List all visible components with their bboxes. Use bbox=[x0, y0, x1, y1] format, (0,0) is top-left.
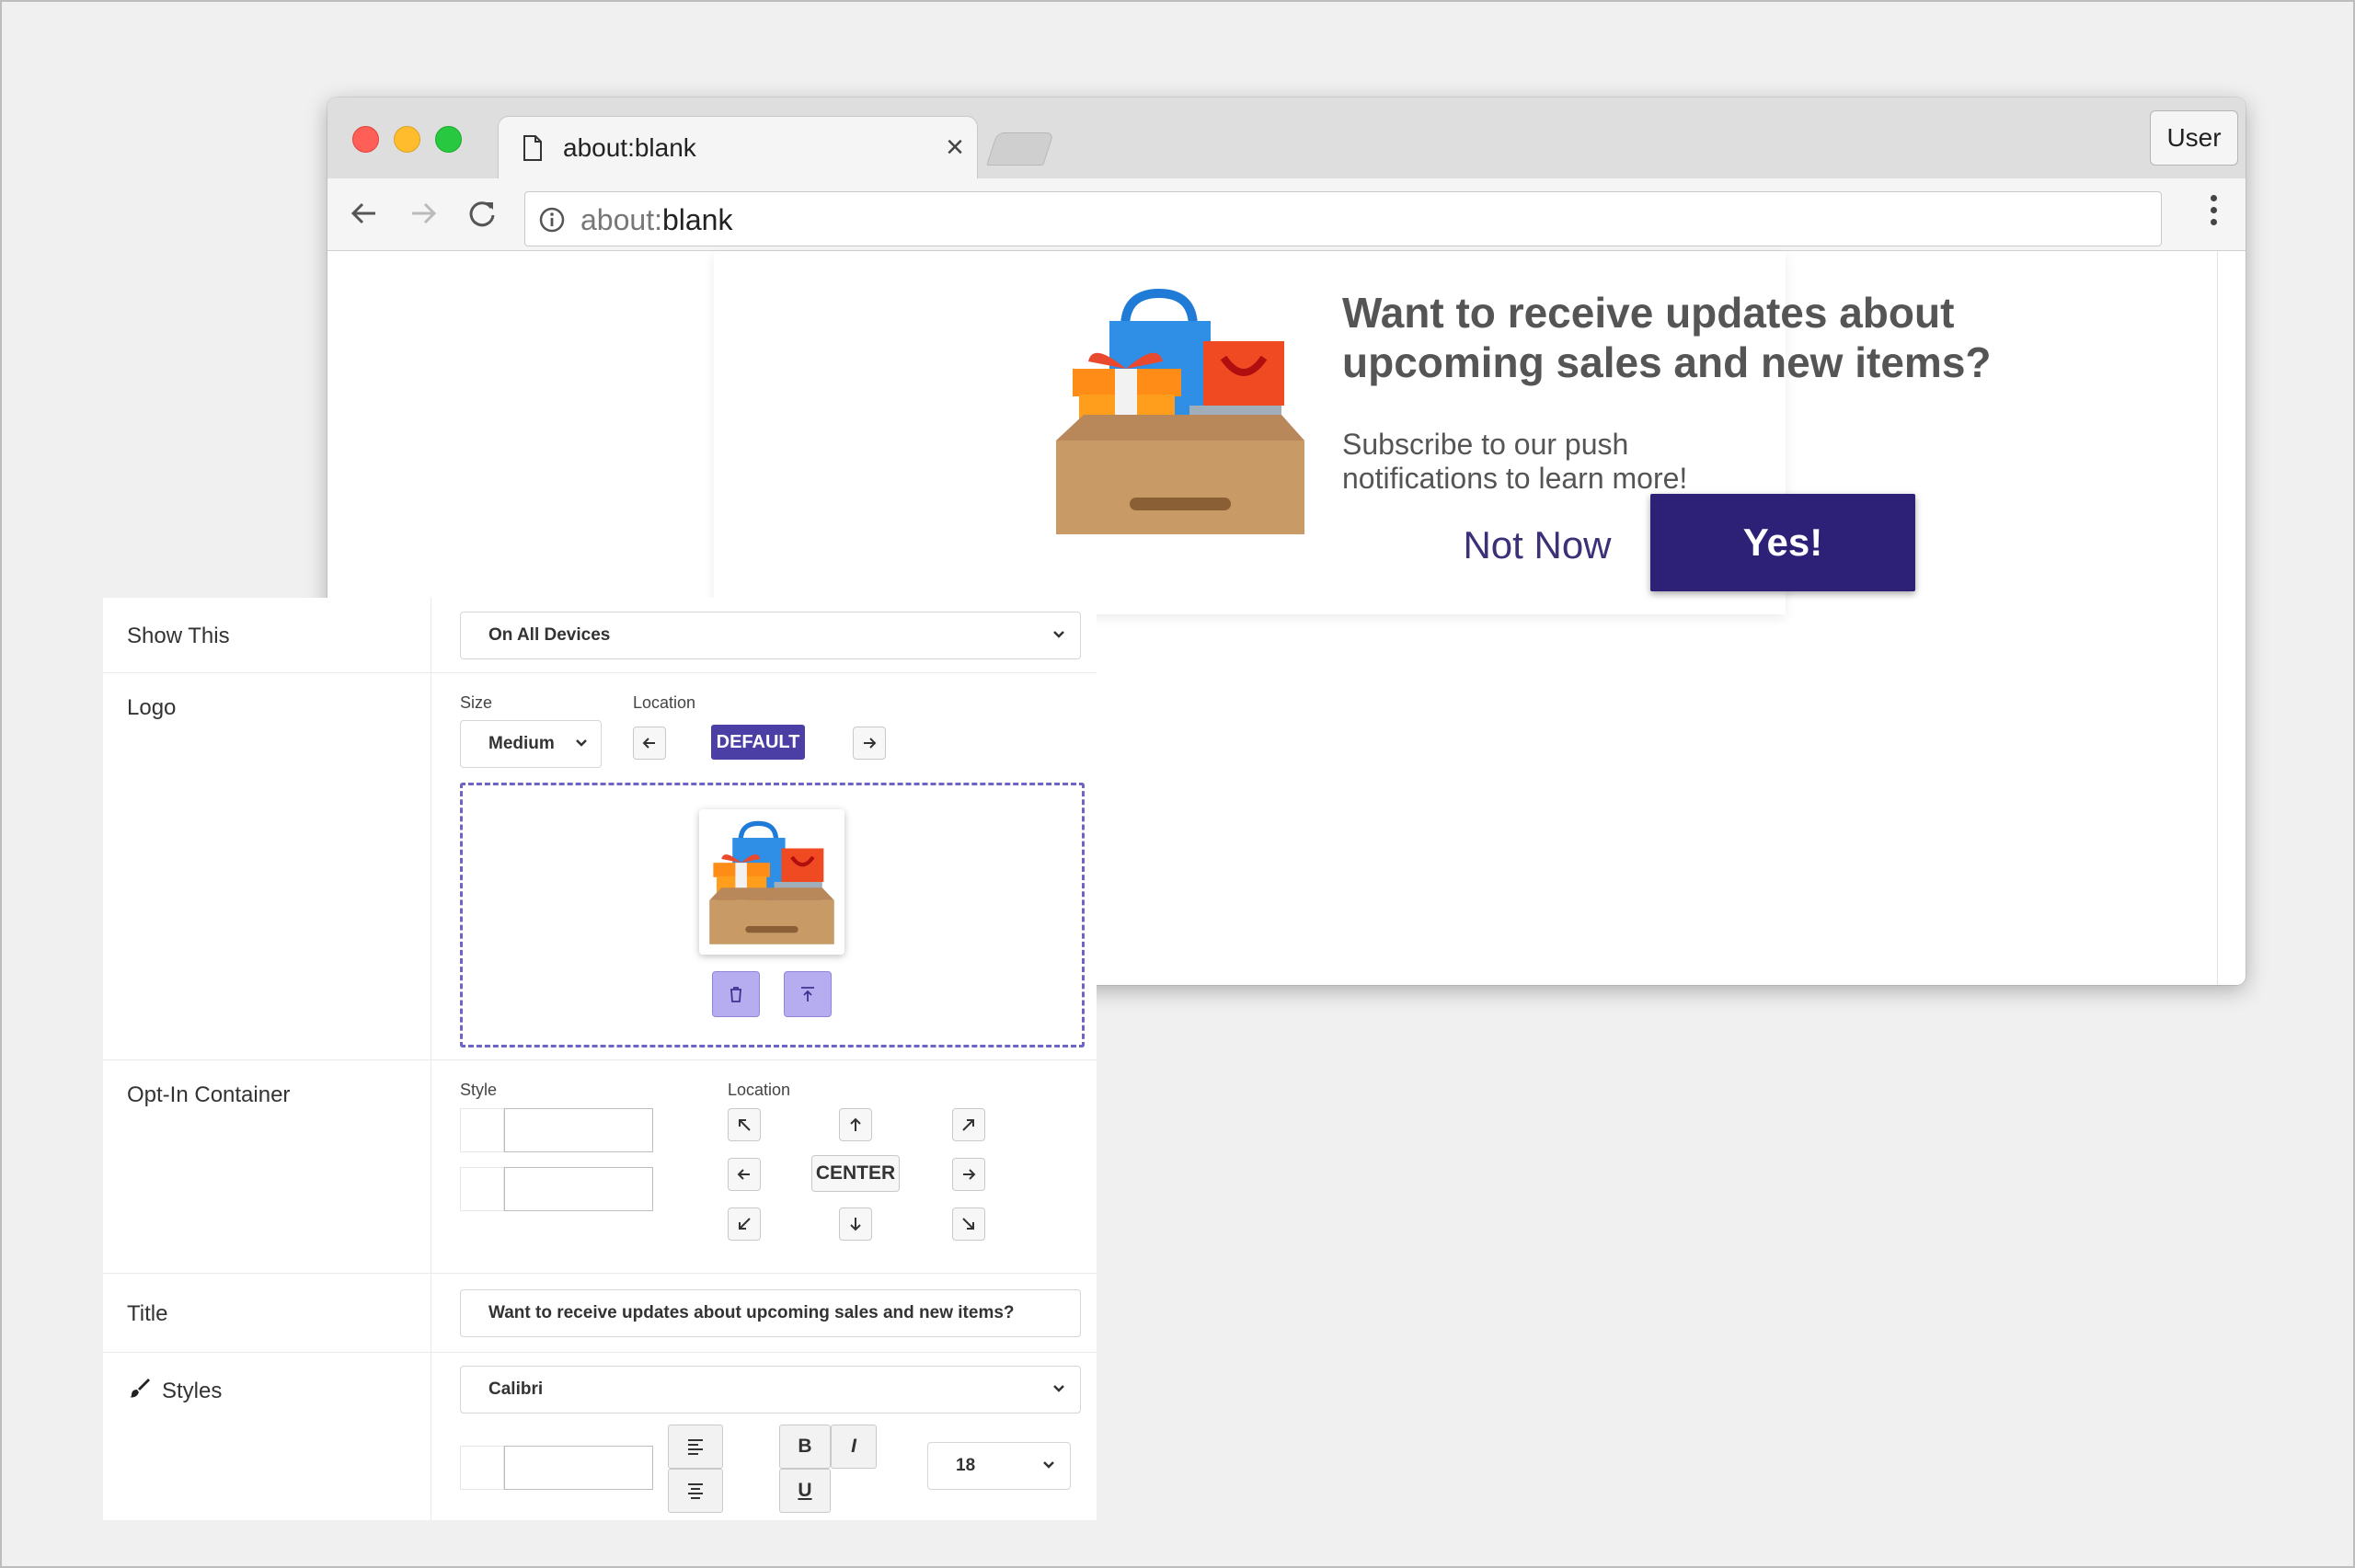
url-text: about:blank bbox=[580, 203, 733, 236]
arrow-right-icon bbox=[864, 738, 877, 749]
background-color-input[interactable] bbox=[504, 1108, 653, 1152]
info-icon[interactable] bbox=[538, 206, 566, 234]
browser-tab[interactable]: about:blank × bbox=[498, 116, 978, 181]
bold-button[interactable]: B bbox=[779, 1425, 831, 1469]
upload-icon bbox=[801, 987, 814, 1001]
forward-arrow-icon[interactable] bbox=[407, 197, 440, 230]
arrow-left-icon bbox=[737, 1169, 750, 1180]
location-bottom-button[interactable] bbox=[839, 1207, 872, 1241]
arrow-up-icon bbox=[850, 1117, 861, 1131]
chevron-down-icon bbox=[1053, 631, 1064, 638]
location-bottom-left-button[interactable] bbox=[728, 1207, 761, 1241]
align-center-icon bbox=[688, 1483, 703, 1499]
not-now-button[interactable]: Not Now bbox=[1450, 518, 1625, 573]
logo-label: Logo bbox=[127, 695, 177, 720]
location-center-button[interactable]: CENTER bbox=[811, 1155, 900, 1192]
new-tab-button[interactable] bbox=[986, 132, 1054, 166]
row-show-this: Show This On All Devices bbox=[103, 598, 1097, 673]
arrow-left-icon bbox=[642, 738, 655, 749]
arrow-up-right-icon bbox=[962, 1119, 974, 1131]
shopping-gifts-logo-icon bbox=[1056, 288, 1304, 534]
text-color-swatch[interactable] bbox=[460, 1446, 504, 1490]
opt-in-popup: Want to receive updates about upcoming s… bbox=[714, 251, 1992, 614]
font-size-select[interactable]: 18 bbox=[927, 1442, 1071, 1490]
location-top-right-button[interactable] bbox=[952, 1108, 985, 1141]
file-icon bbox=[523, 135, 542, 161]
chevron-down-icon bbox=[1053, 1385, 1064, 1392]
scrollbar-track[interactable] bbox=[2217, 251, 2218, 985]
underline-button[interactable]: U bbox=[779, 1469, 831, 1513]
title-bar: about:blank × User bbox=[327, 97, 2246, 181]
close-tab-icon[interactable]: × bbox=[946, 130, 964, 166]
arrow-down-icon bbox=[850, 1218, 861, 1231]
paintbrush-icon bbox=[130, 1379, 150, 1398]
browser-toolbar: about:blank bbox=[327, 178, 2246, 251]
tab-title: about:blank bbox=[563, 133, 696, 162]
shopping-gifts-logo-icon bbox=[709, 820, 834, 944]
opt-in-container-label: Opt-In Container bbox=[127, 1082, 291, 1107]
styles-label: Styles bbox=[162, 1379, 223, 1403]
location-right-button[interactable] bbox=[952, 1158, 985, 1191]
popup-title: Want to receive updates about upcoming s… bbox=[1342, 289, 1992, 386]
show-this-label: Show This bbox=[127, 624, 230, 648]
reload-icon[interactable] bbox=[465, 197, 499, 230]
logo-thumbnail bbox=[699, 809, 844, 955]
trash-icon bbox=[730, 987, 741, 1002]
logo-location-label: Location bbox=[633, 693, 696, 712]
logo-location-value: DEFAULT bbox=[711, 725, 805, 760]
chevron-down-icon bbox=[576, 739, 587, 747]
opt-in-style-label: Style bbox=[460, 1081, 498, 1099]
delete-logo-button[interactable] bbox=[712, 971, 760, 1017]
menu-kebab-icon[interactable] bbox=[2209, 195, 2218, 232]
location-top-left-button[interactable] bbox=[728, 1108, 761, 1141]
align-left-button[interactable] bbox=[668, 1425, 723, 1469]
location-top-button[interactable] bbox=[839, 1108, 872, 1141]
arrow-right-icon bbox=[963, 1169, 976, 1180]
yes-button[interactable]: Yes! bbox=[1650, 494, 1915, 591]
logo-size-label: Size bbox=[460, 693, 493, 712]
border-color-input[interactable] bbox=[504, 1167, 653, 1211]
logo-location-left-button[interactable] bbox=[633, 727, 666, 760]
text-color-input[interactable] bbox=[504, 1446, 653, 1490]
location-bottom-right-button[interactable] bbox=[952, 1207, 985, 1241]
chevron-down-icon bbox=[1043, 1461, 1054, 1469]
border-color-swatch[interactable] bbox=[460, 1167, 504, 1211]
row-opt-in-container: Opt-In Container Style Location bbox=[103, 1060, 1097, 1274]
arrow-down-right-icon bbox=[962, 1218, 974, 1230]
location-left-button[interactable] bbox=[728, 1158, 761, 1191]
close-window-button[interactable] bbox=[352, 126, 379, 153]
user-profile-button[interactable]: User bbox=[2150, 110, 2238, 166]
logo-location-right-button[interactable] bbox=[853, 727, 886, 760]
row-styles: Styles Calibri B I U 18 bbox=[103, 1353, 1097, 1520]
popup-subtitle: Subscribe to our push notifications to l… bbox=[1342, 428, 1688, 495]
back-arrow-icon[interactable] bbox=[348, 197, 381, 230]
show-this-select[interactable]: On All Devices bbox=[460, 612, 1081, 659]
align-left-icon bbox=[688, 1439, 703, 1455]
background-color-swatch[interactable] bbox=[460, 1108, 504, 1152]
address-bar[interactable]: about:blank bbox=[524, 191, 2162, 246]
arrow-up-left-icon bbox=[739, 1119, 751, 1131]
italic-button[interactable]: I bbox=[831, 1425, 877, 1469]
logo-size-select[interactable]: Medium bbox=[460, 720, 602, 768]
title-input[interactable]: Want to receive updates about upcoming s… bbox=[460, 1289, 1081, 1337]
settings-panel: Show This On All Devices Logo Size Locat… bbox=[103, 598, 1097, 1520]
upload-logo-button[interactable] bbox=[784, 971, 832, 1017]
font-family-select[interactable]: Calibri bbox=[460, 1366, 1081, 1413]
opt-in-location-label: Location bbox=[728, 1081, 791, 1099]
arrow-down-left-icon bbox=[739, 1218, 751, 1230]
title-label: Title bbox=[127, 1301, 168, 1326]
align-center-button[interactable] bbox=[668, 1469, 723, 1513]
maximize-window-button[interactable] bbox=[435, 126, 462, 153]
minimize-window-button[interactable] bbox=[394, 126, 420, 153]
